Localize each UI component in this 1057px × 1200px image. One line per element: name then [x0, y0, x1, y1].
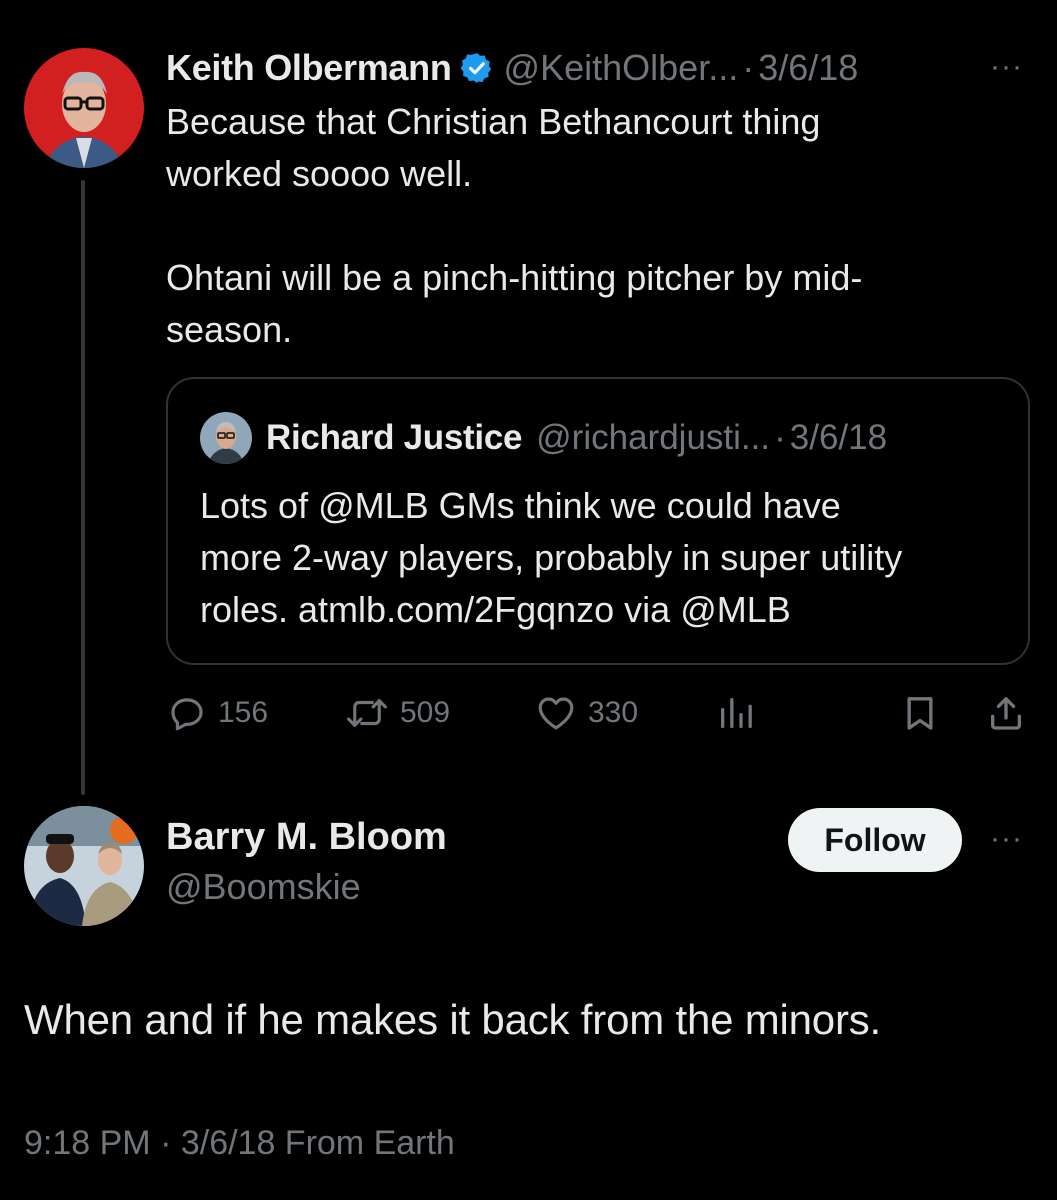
barry-bloom-avatar[interactable] — [24, 806, 144, 926]
thread-connector-line — [81, 180, 85, 795]
reply-count: 156 — [218, 696, 269, 729]
reply-author-handle[interactable]: @Boomskie — [166, 866, 361, 908]
tweet-body-text: Because that Christian Bethancourt thing… — [166, 101, 863, 350]
like-icon — [534, 692, 578, 734]
author-name[interactable]: Keith Olbermann — [166, 47, 452, 89]
quoted-tweet-date: 3/6/18 — [789, 418, 888, 457]
separator-dot: · — [774, 418, 786, 457]
parent-tweet-header: Keith Olbermann @KeithOlber... · 3/6/18 — [166, 44, 858, 92]
views-icon — [716, 692, 756, 734]
follow-button[interactable]: Follow — [788, 808, 962, 872]
bookmark-icon — [900, 692, 940, 734]
like-count: 330 — [588, 696, 639, 729]
more-options-icon[interactable]: ··· — [990, 50, 1023, 84]
richard-justice-avatar — [200, 412, 252, 464]
separator-dot: · — [742, 47, 755, 88]
keith-olbermann-avatar[interactable] — [24, 48, 144, 168]
reply-timestamp-meta: 9:18 PM · 3/6/18 From Earth — [24, 1124, 455, 1162]
retweet-icon — [344, 692, 390, 734]
verified-badge-icon — [460, 51, 494, 85]
bookmark-button[interactable] — [900, 690, 940, 736]
reply-author-name[interactable]: Barry M. Bloom — [166, 816, 447, 859]
quoted-author-handle: @richardjusti... — [536, 418, 771, 457]
quoted-author-name: Richard Justice — [266, 418, 523, 457]
reply-icon — [166, 692, 208, 734]
quoted-tweet-header: Richard Justice @richardjusti... · 3/6/1… — [266, 414, 887, 462]
reply-body-text: When and if he makes it back from the mi… — [24, 996, 882, 1043]
views-button[interactable] — [716, 690, 756, 736]
retweet-count: 509 — [400, 696, 451, 729]
reply-more-options-icon[interactable]: ··· — [990, 822, 1023, 856]
like-button[interactable]: 330 — [534, 690, 638, 736]
share-icon — [986, 692, 1026, 734]
quoted-tweet-text: Lots of @MLB GMs think we could have mor… — [200, 485, 903, 630]
tweet-date[interactable]: 3/6/18 — [758, 47, 858, 89]
reply-button[interactable]: 156 — [166, 690, 268, 736]
retweet-button[interactable]: 509 — [344, 690, 450, 736]
author-handle[interactable]: @KeithOlber... — [504, 47, 739, 89]
share-button[interactable] — [986, 690, 1026, 736]
